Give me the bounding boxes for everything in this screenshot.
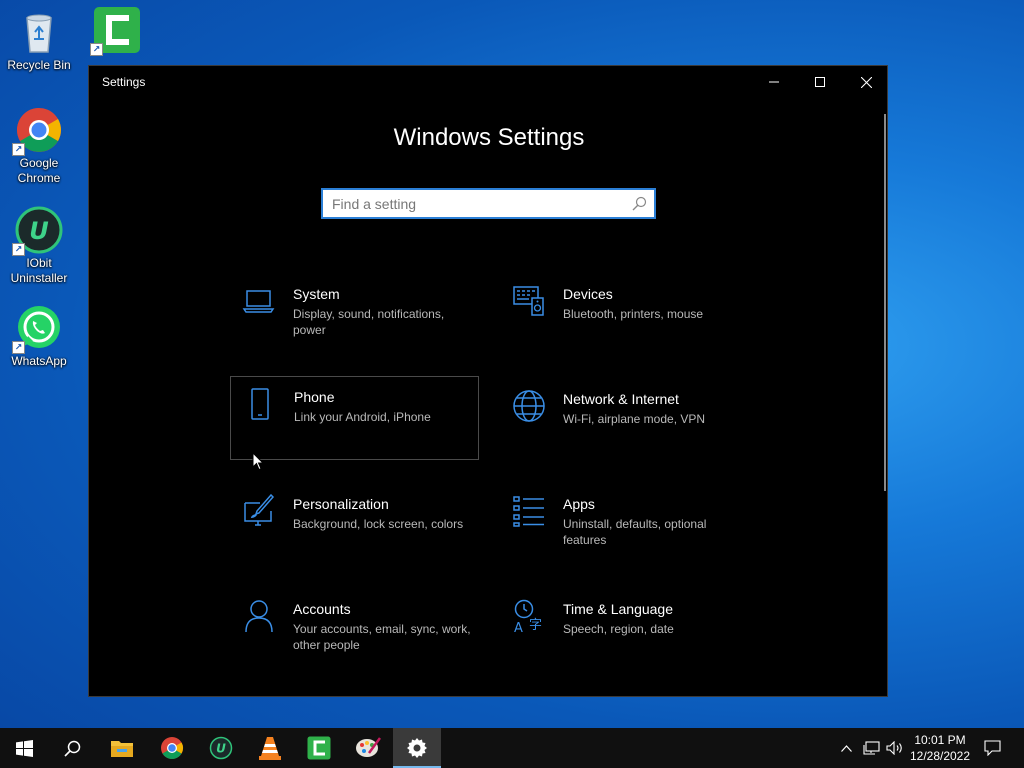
desktop-icon-google-chrome[interactable]: ↗ Google Chrome (0, 106, 78, 186)
volume-icon (886, 741, 902, 755)
taskbar-file-explorer[interactable] (98, 728, 146, 768)
paint-icon (356, 737, 381, 757)
tile-description: Link your Android, iPhone (294, 410, 431, 424)
taskbar-paint[interactable] (344, 728, 392, 768)
chrome-icon (161, 737, 183, 759)
shortcut-arrow-icon: ↗ (12, 143, 25, 156)
minimize-button[interactable] (751, 66, 797, 98)
tile-description: Display, sound, notifications, power (293, 307, 445, 337)
devices-icon (512, 284, 546, 318)
taskbar-camtasia[interactable] (295, 728, 343, 768)
iobit-icon: U (209, 736, 233, 760)
iobit-icon: U ↗ (12, 206, 63, 256)
recycle-bin-icon (15, 8, 63, 56)
taskbar-chrome[interactable] (148, 728, 196, 768)
shortcut-arrow-icon: ↗ (12, 243, 25, 256)
taskbar-search-button[interactable] (48, 728, 96, 768)
personalization-icon (242, 493, 276, 528)
tile-title: Network & Internet (563, 391, 679, 407)
tile-description: Speech, region, date (563, 622, 674, 636)
taskbar-clock[interactable]: 10:01 PM 12/28/2022 (906, 732, 974, 764)
tile-title: Personalization (293, 496, 389, 512)
tile-network-internet[interactable]: Network & Internet Wi-Fi, airplane mode,… (500, 379, 749, 463)
search-icon (63, 740, 80, 757)
laptop-icon (242, 284, 276, 318)
clock-date: 12/28/2022 (909, 749, 971, 763)
page-title: Windows Settings (393, 124, 585, 151)
taskbar: U 10:01 PM 12/28/2022 (0, 728, 1024, 768)
title-bar[interactable]: Settings (89, 66, 887, 98)
desktop-icon-recycle-bin[interactable]: Recycle Bin (0, 8, 78, 73)
time-language-icon: A 字 (512, 599, 546, 636)
search-box[interactable] (321, 188, 656, 219)
shortcut-arrow-icon: ↗ (90, 43, 103, 56)
desktop-icon-whatsapp[interactable]: ↗ WhatsApp (0, 304, 78, 369)
tile-title: Time & Language (563, 601, 673, 617)
tile-title: System (293, 286, 340, 302)
apps-list-icon (512, 494, 546, 528)
desktop-icon-label: WhatsApp (11, 354, 67, 368)
settings-window: Settings Windows Settings System Display… (88, 65, 888, 697)
tile-title: Accounts (293, 601, 351, 617)
tile-description: Bluetooth, printers, mouse (563, 307, 704, 321)
person-icon (242, 599, 276, 633)
search-icon (632, 196, 647, 211)
desktop-icon-label: Recycle Bin (7, 58, 71, 72)
network-tray-button[interactable] (860, 728, 882, 768)
tile-devices[interactable]: Devices Bluetooth, printers, mouse (500, 274, 749, 358)
camtasia-icon (307, 736, 331, 760)
whatsapp-icon: ↗ (12, 304, 63, 354)
tile-description: Your accounts, email, sync, work, other … (293, 622, 471, 652)
close-button[interactable] (843, 66, 889, 98)
tile-title: Apps (563, 496, 595, 512)
tile-title: Devices (563, 286, 613, 302)
desktop-icon-camtasia[interactable]: ↗ (78, 6, 156, 56)
tile-personalization[interactable]: Personalization Background, lock screen,… (230, 484, 479, 568)
tile-phone[interactable]: Phone Link your Android, iPhone (230, 376, 479, 460)
svg-text:U: U (29, 217, 49, 245)
desktop-icon-label: Google Chrome (17, 156, 61, 185)
clock-time: 10:01 PM (914, 733, 966, 747)
start-icon (15, 739, 33, 757)
svg-text:U: U (216, 742, 226, 756)
tile-accounts[interactable]: Accounts Your accounts, email, sync, wor… (230, 589, 479, 673)
tile-description: Uninstall, defaults, optional features (563, 517, 707, 547)
svg-text:A: A (514, 621, 523, 633)
tile-title: Phone (294, 389, 335, 405)
tile-description: Background, lock screen, colors (293, 517, 464, 531)
window-title: Settings (102, 75, 146, 89)
chrome-icon: ↗ (12, 106, 63, 156)
action-center-button[interactable] (978, 728, 1006, 768)
file-explorer-icon (111, 741, 133, 757)
minimize-icon (769, 81, 779, 83)
shortcut-arrow-icon: ↗ (12, 341, 25, 354)
tile-time-language[interactable]: A 字 Time & Language Speech, region, date (500, 589, 749, 673)
scrollbar[interactable] (884, 114, 886, 491)
close-icon (860, 76, 872, 88)
search-input[interactable] (323, 190, 654, 217)
settings-gear-icon (407, 738, 427, 758)
notifications-icon (983, 740, 1001, 756)
tile-description: Wi-Fi, airplane mode, VPN (563, 412, 706, 426)
maximize-icon (815, 77, 825, 87)
vlc-icon (259, 737, 281, 760)
svg-text:字: 字 (529, 618, 542, 633)
globe-icon (512, 389, 546, 423)
tile-system[interactable]: System Display, sound, notifications, po… (230, 274, 479, 358)
camtasia-icon: ↗ (90, 6, 141, 56)
show-hidden-icons-button[interactable] (836, 728, 856, 768)
maximize-button[interactable] (797, 66, 843, 98)
chevron-up-icon (840, 744, 852, 752)
phone-icon (243, 387, 277, 421)
taskbar-settings[interactable] (393, 728, 441, 768)
volume-tray-button[interactable] (884, 728, 906, 768)
taskbar-iobit[interactable]: U (197, 728, 245, 768)
network-icon (862, 741, 880, 755)
desktop-icon-iobit-uninstaller[interactable]: U ↗ IObit Uninstaller (0, 206, 78, 286)
tile-apps[interactable]: Apps Uninstall, defaults, optional featu… (500, 484, 749, 568)
desktop-icon-label: IObit Uninstaller (10, 256, 68, 285)
start-button[interactable] (0, 728, 48, 768)
mouse-cursor-icon (252, 452, 264, 471)
taskbar-vlc[interactable] (246, 728, 294, 768)
